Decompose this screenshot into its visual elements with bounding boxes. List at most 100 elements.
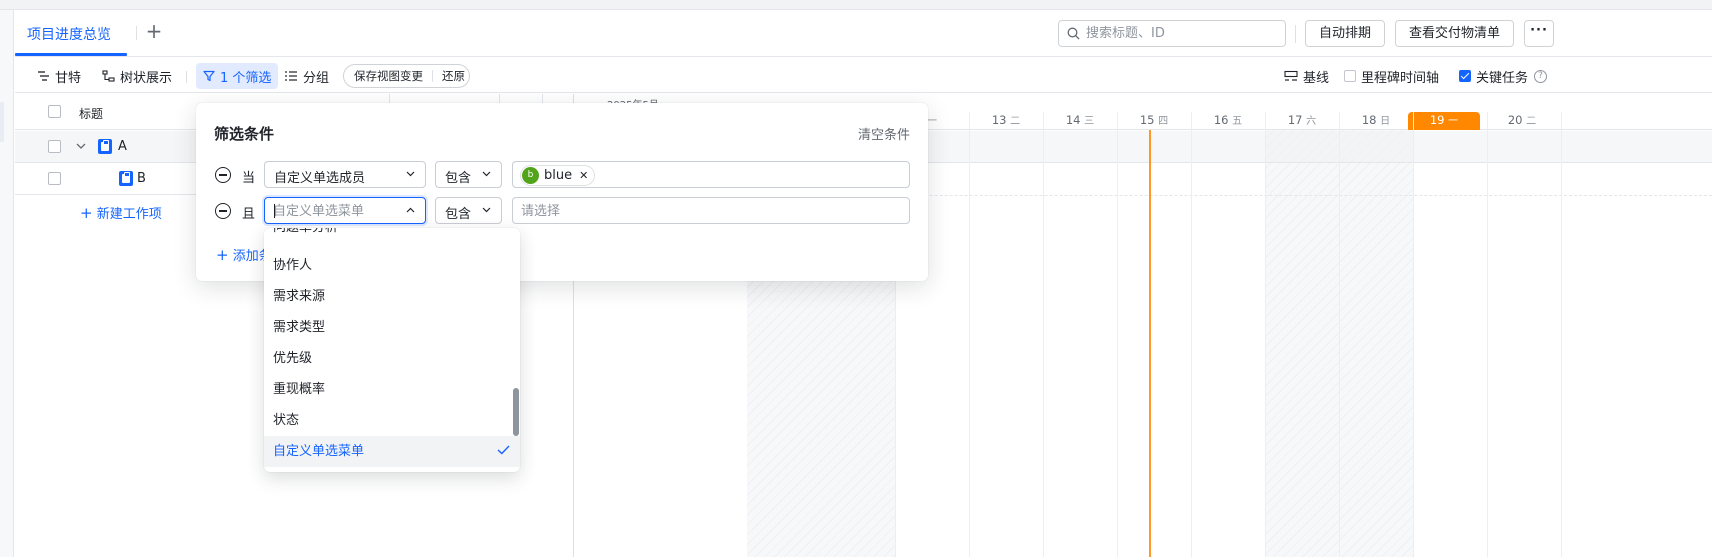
group-icon: [285, 71, 297, 81]
add-tab-icon[interactable]: +: [144, 21, 164, 42]
condition-operator-select[interactable]: 包含: [435, 197, 502, 224]
filter-panel-title: 筛选条件: [214, 125, 275, 143]
menu-item[interactable]: 需求类型: [264, 312, 520, 343]
left-rail: [0, 10, 14, 557]
tab-project-overview[interactable]: 项目进度总览: [27, 24, 111, 44]
group-button[interactable]: 分组: [284, 64, 329, 88]
day-number: 19: [1429, 113, 1445, 127]
view-change-pill: 保存视图变更 还原: [343, 64, 470, 88]
plus-icon: +: [80, 204, 93, 222]
condition-operator-select[interactable]: 包含: [435, 161, 502, 188]
critical-task-toggle[interactable]: 关键任务 ?: [1459, 64, 1548, 88]
menu-item[interactable]: 重现概率: [264, 374, 520, 405]
today-cell: 19 一: [1408, 112, 1480, 130]
view-header: 项目进度总览 + 自动排期 查看交付物清单 ···: [15, 10, 1712, 57]
clear-conditions-button[interactable]: 清空条件: [858, 124, 910, 143]
tree-view-button[interactable]: 树状展示: [102, 64, 172, 88]
plus-icon: +: [216, 246, 229, 264]
day-cell: 18 日: [1339, 112, 1413, 130]
menu-item-selected[interactable]: 自定义单选菜单: [264, 436, 520, 467]
today-marker-line: [1149, 130, 1151, 557]
row-title[interactable]: A: [118, 139, 127, 154]
milestone-axis-checkbox[interactable]: [1344, 70, 1356, 82]
close-icon[interactable]: ✕: [579, 169, 588, 182]
weekday-label: 日: [1380, 116, 1391, 127]
dropdown-scrollbar[interactable]: [513, 388, 519, 436]
avatar: b: [522, 167, 539, 184]
condition-value-select[interactable]: b blue ✕: [512, 161, 910, 188]
group-label: 分组: [303, 70, 330, 86]
header-divider: [1295, 25, 1296, 43]
critical-task-checkbox[interactable]: [1459, 70, 1471, 82]
view-deliverables-button[interactable]: 查看交付物清单: [1395, 20, 1514, 47]
baseline-button[interactable]: 基线: [1284, 64, 1329, 88]
weekday-label: 五: [1232, 116, 1243, 127]
filter-button[interactable]: 1 个筛选: [196, 63, 279, 89]
menu-item[interactable]: 问题单分析: [264, 228, 520, 243]
new-work-item-label: 新建工作项: [96, 207, 162, 222]
gridline: [1413, 112, 1414, 557]
gridline: [1043, 112, 1044, 557]
filter-label: 1 个筛选: [220, 70, 272, 86]
gridline: [969, 112, 970, 557]
condition-conjunction: 且: [242, 207, 256, 222]
milestone-axis-label: 里程碑时间轴: [1361, 70, 1440, 86]
menu-item[interactable]: 需求来源: [264, 281, 520, 312]
day-cell: 13 二: [969, 112, 1043, 130]
condition-field-search-input[interactable]: [273, 201, 403, 221]
gridline: [1191, 112, 1192, 557]
weekday-label: 二: [1010, 116, 1021, 127]
remove-condition-icon[interactable]: [215, 167, 231, 183]
condition-value-input[interactable]: [521, 201, 901, 221]
milestone-axis-toggle[interactable]: 里程碑时间轴: [1344, 64, 1439, 88]
search-box[interactable]: [1058, 20, 1286, 47]
menu-item[interactable]: 优先级: [264, 343, 520, 374]
clipboard-task-icon: [119, 171, 133, 186]
save-view-button[interactable]: 保存视图变更: [344, 65, 423, 87]
member-tag-label: blue: [544, 168, 573, 183]
toolbar-divider: [186, 71, 187, 83]
condition-value-select[interactable]: [512, 197, 910, 224]
day-number: 20: [1507, 113, 1523, 127]
menu-item[interactable]: 协作人: [264, 250, 520, 281]
select-all-checkbox[interactable]: [48, 105, 61, 118]
tree-view-label: 树状展示: [120, 70, 173, 86]
weekday-label: 一: [1448, 116, 1459, 127]
help-icon[interactable]: ?: [1534, 69, 1548, 83]
condition-operator-value: 包含: [445, 171, 472, 186]
chevron-up-icon: [406, 207, 415, 213]
left-rail-marker: [0, 102, 4, 142]
gantt-label: 甘特: [55, 70, 82, 86]
remove-condition-icon[interactable]: [215, 203, 231, 219]
row-title[interactable]: B: [137, 171, 146, 186]
baseline-icon: [1284, 70, 1298, 81]
critical-task-label: 关键任务: [1476, 70, 1529, 86]
check-icon: [497, 445, 510, 455]
gridline: [1265, 112, 1266, 557]
weekday-label: 六: [1306, 116, 1317, 127]
auto-schedule-button[interactable]: 自动排期: [1305, 20, 1385, 47]
more-options-button[interactable]: ···: [1524, 20, 1554, 47]
day-cell: 20 二: [1485, 112, 1559, 130]
weekday-label: 三: [1084, 116, 1095, 127]
condition-field-select-open[interactable]: [264, 197, 426, 224]
day-cell: 16 五: [1191, 112, 1265, 130]
day-cell: 15 四: [1117, 112, 1191, 130]
row-checkbox[interactable]: [48, 140, 61, 153]
chevron-down-icon[interactable]: [76, 143, 86, 150]
column-header-title: 标题: [79, 107, 104, 121]
view-toolbar: 甘特 树状展示 1 个筛选 分组 保存视图变更 还原 基线 里程碑时间轴 关键任…: [15, 58, 1712, 93]
text-cursor: [274, 204, 275, 218]
gantt-button[interactable]: 甘特: [37, 64, 81, 88]
gridline: [1339, 112, 1340, 557]
search-input[interactable]: [1086, 23, 1281, 44]
gridline: [1487, 112, 1488, 557]
menu-item[interactable]: 状态: [264, 405, 520, 436]
restore-button[interactable]: 还原: [442, 65, 465, 87]
new-work-item-button[interactable]: + 新建工作项: [80, 203, 162, 222]
condition-field-select[interactable]: 自定义单选成员: [264, 161, 426, 188]
gantt-icon: [38, 71, 49, 81]
weekday-label: 四: [1158, 116, 1169, 127]
row-checkbox[interactable]: [48, 172, 61, 185]
day-number: 17: [1287, 113, 1303, 127]
